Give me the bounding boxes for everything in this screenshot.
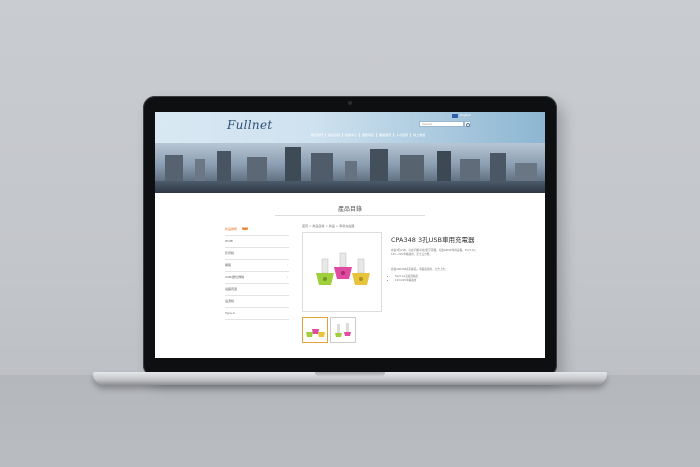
product-description-secondary: 充電CPA348系列產品，車載電源用，全台上市。 (391, 268, 448, 271)
skyline-building (217, 151, 231, 181)
skyline-building (247, 157, 267, 181)
product-description: 充電3孔USB，可充手機/平板/藍牙耳機，可放APPLE車用設備，5V/3.1A… (391, 249, 478, 256)
skyline-building (311, 153, 333, 181)
language-link[interactable]: English (460, 113, 471, 117)
divider (275, 215, 425, 216)
new-badge: NEW (242, 227, 248, 230)
site-logo[interactable]: Fullnet (227, 118, 272, 132)
breadcrumb[interactable]: 首頁 > 產品目錄 > 新品 > 車用充電器 (302, 224, 354, 228)
sidebar-item-network[interactable]: 網路 › (225, 260, 289, 272)
nav-item[interactable]: 線上詢價 (411, 133, 427, 137)
chevron-right-icon: › (286, 275, 288, 279)
nav-item[interactable]: 人才招募 (394, 133, 412, 137)
city-banner (155, 143, 545, 193)
main-nav: 關於我們 產品目錄 新聞中心 服務項目 聯絡我們 人才招募 線上詢價 (309, 133, 427, 137)
sidebar-item-label: USB/數位傳輸 (225, 275, 245, 279)
product-thumbnail[interactable] (302, 317, 328, 343)
car-charger-icon (316, 252, 370, 285)
sidebar-item-new[interactable]: 新品推薦 NEW (225, 224, 289, 236)
car-charger-thumb-icon (306, 329, 325, 337)
sidebar-item-av-cable[interactable]: 影音線 (225, 248, 289, 260)
nav-item[interactable]: 產品目錄 (326, 133, 344, 137)
page-title: 產品目錄 (337, 206, 362, 213)
flag-icon[interactable] (452, 114, 458, 118)
product-features: 5V/3.1A高電流輸出 12V/24V車輛適用 (391, 275, 418, 283)
search-input[interactable]: Search (419, 121, 464, 127)
sidebar-item-power-cable[interactable]: 電源線 (225, 296, 289, 308)
skyline-building (460, 159, 480, 181)
laptop-notch (315, 372, 385, 377)
car-charger-thumb-icon (335, 323, 351, 337)
nav-item[interactable]: 聯絡我們 (377, 133, 395, 137)
skyline-building (490, 153, 506, 181)
banner-water (155, 181, 545, 193)
camera-icon (348, 101, 352, 105)
sidebar-item-label: 電源線 (225, 299, 235, 303)
sidebar-item-hdmi[interactable]: HDMI (225, 236, 289, 248)
laptop-screen: Fullnet English Search 關於我們 產品目錄 新聞中心 服務… (155, 112, 545, 358)
search-icon[interactable] (464, 121, 471, 127)
sidebar-item-label: 電腦周邊 (225, 287, 238, 291)
sidebar-item-label: 網路 (225, 263, 232, 267)
skyline-building (165, 155, 183, 181)
product-image[interactable] (302, 232, 382, 312)
product-thumbnail[interactable] (330, 317, 356, 343)
nav-item[interactable]: 關於我們 (309, 133, 327, 137)
skyline-building (437, 151, 451, 181)
chevron-right-icon: › (286, 263, 288, 267)
laptop-lid: Fullnet English Search 關於我們 產品目錄 新聞中心 服務… (143, 96, 557, 377)
sidebar-item-label: HDMI (225, 239, 234, 243)
category-sidebar: 新品推薦 NEW HDMI 影音線 網路 › USB/數位傳輸 › 電腦周邊 電… (225, 224, 289, 320)
skyline-building (345, 161, 357, 181)
sidebar-item-peripherals[interactable]: 電腦周邊 (225, 284, 289, 296)
skyline-building (195, 159, 205, 181)
sidebar-item-type-c[interactable]: Type-C (225, 308, 289, 320)
nav-item[interactable]: 新聞中心 (343, 133, 361, 137)
product-title: CPA348 3孔USB車用充電器 (391, 236, 475, 244)
skyline-building (400, 155, 424, 181)
laptop-base (93, 372, 607, 385)
feature-item: 12V/24V車輛適用 (395, 279, 418, 283)
sidebar-item-label: Type-C (225, 311, 236, 315)
sidebar-item-usb[interactable]: USB/數位傳輸 › (225, 272, 289, 284)
skyline-building (515, 163, 537, 181)
site-header: Fullnet English Search 關於我們 產品目錄 新聞中心 服務… (155, 112, 545, 143)
sidebar-item-label: 影音線 (225, 251, 235, 255)
skyline-building (285, 147, 301, 181)
desk-shadow (0, 375, 700, 467)
sidebar-item-label: 新品推薦 (225, 227, 238, 231)
nav-item[interactable]: 服務項目 (360, 133, 378, 137)
skyline-building (370, 149, 388, 181)
